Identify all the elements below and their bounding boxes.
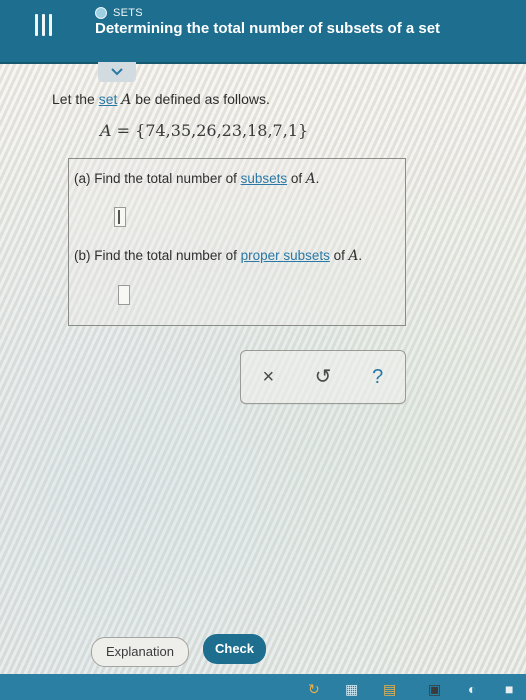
set-elements: {74,35,26,23,18,7,1} <box>135 121 309 140</box>
hamburger-vertical-icon[interactable] <box>33 14 55 38</box>
bottom-toolbar: ↻ ▦ ▤ ▣ ◐ ■ <box>0 674 526 700</box>
answer-tools: × ↺ ? <box>240 350 406 404</box>
answer-a-input[interactable] <box>114 207 126 227</box>
set-definition: A = {74,35,26,23,18,7,1} <box>100 121 308 140</box>
question-a: (a) Find the total number of subsets of … <box>74 171 319 187</box>
question-box: (a) Find the total number of subsets of … <box>68 158 406 326</box>
help-button[interactable]: ? <box>363 366 393 388</box>
answer-b-input[interactable] <box>118 285 130 305</box>
question-b-variable: A <box>348 248 359 264</box>
book-icon[interactable]: ■ <box>505 682 513 696</box>
notepad-icon[interactable]: ▤ <box>383 682 396 696</box>
grid-icon[interactable]: ▦ <box>345 682 358 696</box>
set-equals: = <box>111 121 136 140</box>
topic-row: SETS <box>95 6 143 20</box>
clear-button[interactable]: × <box>253 366 283 388</box>
question-a-mid: of <box>287 171 306 186</box>
question-b-prefix: (b) Find the total number of <box>74 248 241 263</box>
proper-subsets-link[interactable]: proper subsets <box>241 248 330 263</box>
question-b-mid: of <box>329 248 349 263</box>
top-header: SETS Determining the total number of sub… <box>0 0 526 64</box>
question-a-end: . <box>315 171 320 186</box>
intro-suffix: be defined as follows. <box>131 91 270 107</box>
volume-icon[interactable]: ◐ <box>468 682 476 696</box>
refresh-icon[interactable]: ↻ <box>308 682 320 696</box>
question-b: (b) Find the total number of proper subs… <box>74 248 362 264</box>
question-b-end: . <box>358 248 363 263</box>
question-a-prefix: (a) Find the total number of <box>74 171 241 186</box>
set-definition-link[interactable]: set <box>99 91 118 107</box>
undo-button[interactable]: ↺ <box>308 366 338 388</box>
question-a-variable: A <box>305 171 316 187</box>
page-title: Determining the total number of subsets … <box>95 20 441 37</box>
chevron-down-icon <box>111 68 123 76</box>
problem-intro: Let the set A be defined as follows. <box>52 91 270 108</box>
subsets-link[interactable]: subsets <box>241 171 288 186</box>
check-button[interactable]: Check <box>203 634 266 664</box>
collapse-header-button[interactable] <box>98 62 136 82</box>
topic-label: SETS <box>113 7 143 19</box>
explanation-button[interactable]: Explanation <box>91 637 189 667</box>
set-variable: A <box>100 121 112 140</box>
topic-status-dot-icon <box>95 7 107 19</box>
intro-variable: A <box>121 92 132 108</box>
calculator-icon[interactable]: ▣ <box>428 682 441 696</box>
intro-prefix: Let the <box>52 91 99 107</box>
